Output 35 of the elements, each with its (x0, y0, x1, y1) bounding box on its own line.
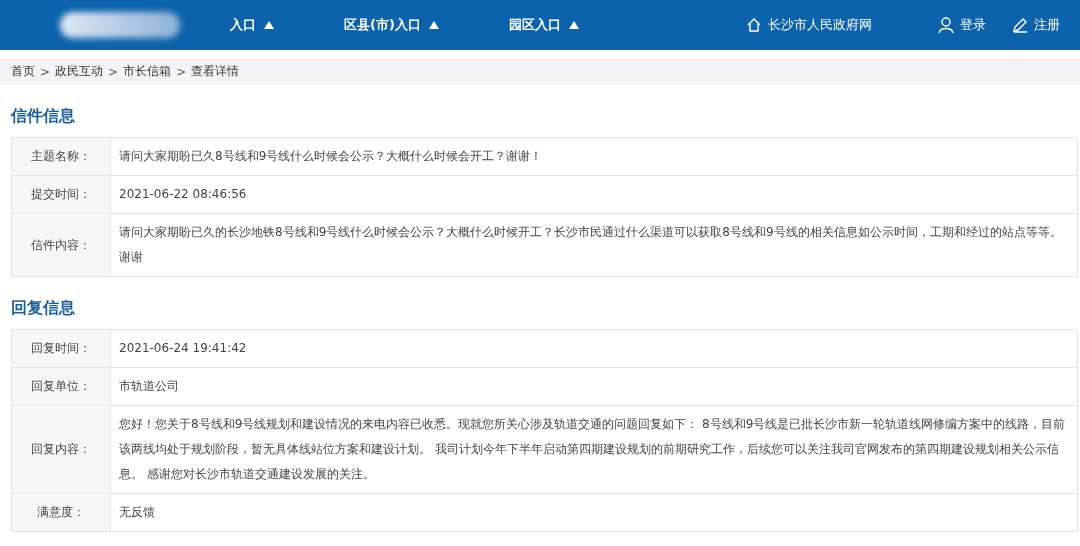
field-value: 2021-06-24 19:41:42 (118, 340, 248, 357)
section-title: 信件信息 (9, 105, 76, 127)
field-label: 信件内容： (12, 214, 111, 276)
login-link[interactable]: 登录 (938, 16, 986, 34)
breadcrumb-link[interactable]: 市长信箱 (123, 63, 172, 80)
field-value: 请问大家期盼已久8号线和9号线什么时候会公示？大概什么时候会开工？谢谢！ (118, 148, 544, 165)
nav-link[interactable]: 园区入口 (508, 16, 579, 34)
triangle-icon (568, 21, 579, 29)
field-value: 无反馈 (118, 504, 156, 521)
user-icon (938, 16, 954, 34)
triangle-icon (428, 21, 439, 29)
field-value: 您好！您关于8号线和9号线规划和建设情况的来电内容已收悉。现就您所关心涉及轨道交通的问题回复如下： 8号线和9号线是已批长沙市新一轮轨道线网修编方案中的线路，目前该两线均处于规划阶段，暂无具体线站位方案和建设计划。 我司计划今年下半年启动第四期建设规划的前期研究工作，后续您可以关注我司官网发布的第四期建设规划相关公示信息。 感谢您对长沙市轨道交通建设发展的关注。 (118, 416, 1067, 483)
breadcrumb-link[interactable]: 政民互动 (55, 63, 104, 80)
pencil-icon (1012, 17, 1028, 33)
breadcrumb-link[interactable]: 首页 (11, 63, 35, 80)
home-icon (746, 17, 762, 33)
field-value: 2021-06-22 08:46:56 (118, 186, 248, 203)
nav-link[interactable]: 区县(市)入口 (344, 16, 439, 34)
field-value: 请问大家期盼已久的长沙地铁8号线和9号线什么时候会公示？大概什么时候开工？长沙市民通过什么渠道可以获取8号线和9号线的相关信息如公示时间，工期和经过的站点等等。谢谢 (118, 224, 1063, 266)
field-label: 提交时间： (12, 176, 111, 213)
field-label: 主题名称： (12, 138, 111, 175)
field-label: 回复内容： (12, 406, 111, 493)
field-label: 回复时间： (12, 330, 111, 367)
field-label: 满意度： (12, 494, 111, 531)
breadcrumb-separator: > (176, 64, 187, 79)
breadcrumb-separator: > (108, 64, 119, 79)
breadcrumb-link[interactable]: 查看详情 (191, 63, 240, 80)
section-title: 回复信息 (10, 297, 76, 319)
triangle-icon (264, 21, 274, 29)
breadcrumb-separator: > (40, 64, 51, 79)
nav-link[interactable]: 入口 (230, 16, 274, 34)
field-label: 回复单位： (12, 368, 111, 405)
register-link[interactable]: 注册 (1012, 16, 1060, 34)
field-value: 市轨道公司 (118, 378, 180, 395)
gov-link[interactable]: 长沙市人民政府网 (746, 16, 872, 34)
